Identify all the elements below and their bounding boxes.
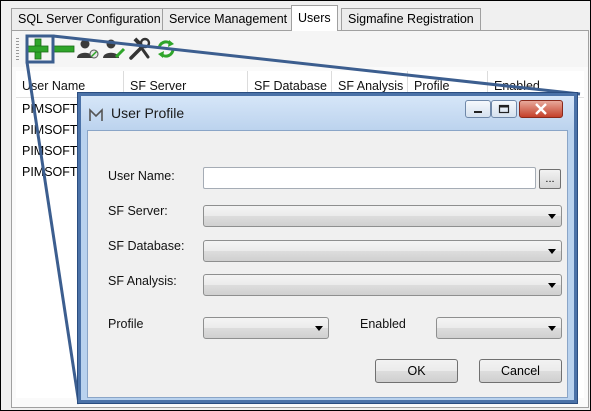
maximize-icon: [498, 104, 510, 114]
cell-user-name: PIMSOFT: [22, 123, 78, 137]
tab-sql-server-configuration[interactable]: SQL Server Configuration: [11, 8, 168, 30]
close-button[interactable]: [519, 100, 563, 118]
enabled-label: Enabled: [360, 317, 406, 331]
sf-server-label: SF Server:: [108, 204, 168, 218]
tab-bar: SQL Server Configuration Service Managem…: [1, 1, 590, 31]
app-logo-icon: [89, 108, 103, 121]
chevron-down-icon: [548, 283, 556, 288]
toolbar: [12, 31, 588, 67]
enabled-select[interactable]: [436, 317, 562, 339]
dialog-body: User Name: ... SF Server: SF Database: S…: [87, 130, 568, 398]
cell-user-name: PIMSOFT: [22, 144, 78, 158]
cancel-button[interactable]: Cancel: [479, 359, 562, 383]
tools-icon[interactable]: [128, 37, 152, 61]
ok-button[interactable]: OK: [375, 359, 458, 383]
cell-user-name: PIMSOFT: [22, 165, 78, 179]
sf-server-select[interactable]: [203, 205, 562, 227]
add-user-icon[interactable]: [26, 37, 50, 61]
user-profile-dialog: User Profile User Name: ... SF Server: S…: [78, 93, 577, 403]
remove-user-icon[interactable]: [52, 37, 76, 61]
maximize-button[interactable]: [491, 100, 517, 118]
sf-analysis-label: SF Analysis:: [108, 274, 177, 288]
refresh-icon[interactable]: [154, 37, 178, 61]
dialog-title: User Profile: [111, 105, 185, 121]
chevron-down-icon: [548, 326, 556, 331]
chevron-down-icon: [315, 326, 323, 331]
tab-sigmafine-registration[interactable]: Sigmafine Registration: [341, 8, 481, 30]
sf-database-label: SF Database:: [108, 239, 185, 253]
minimize-icon: [474, 111, 482, 113]
user-permission-icon[interactable]: [76, 37, 100, 61]
tab-users[interactable]: Users: [291, 5, 338, 31]
dialog-titlebar[interactable]: User Profile: [81, 96, 574, 130]
cell-user-name: PIMSOFT: [22, 102, 78, 116]
user-name-input[interactable]: [203, 167, 536, 189]
chevron-down-icon: [548, 214, 556, 219]
browse-user-button[interactable]: ...: [539, 169, 561, 189]
sf-database-select[interactable]: [203, 240, 562, 262]
chevron-down-icon: [548, 249, 556, 254]
toolbar-grip[interactable]: [16, 38, 19, 60]
profile-label: Profile: [108, 317, 144, 331]
minimize-button[interactable]: [465, 100, 491, 118]
user-name-label: User Name:: [108, 169, 175, 183]
profile-select[interactable]: [203, 317, 329, 339]
user-edit-icon[interactable]: [102, 37, 126, 61]
sf-analysis-select[interactable]: [203, 274, 562, 296]
tab-service-management[interactable]: Service Management: [162, 8, 295, 30]
close-icon: [535, 103, 547, 115]
